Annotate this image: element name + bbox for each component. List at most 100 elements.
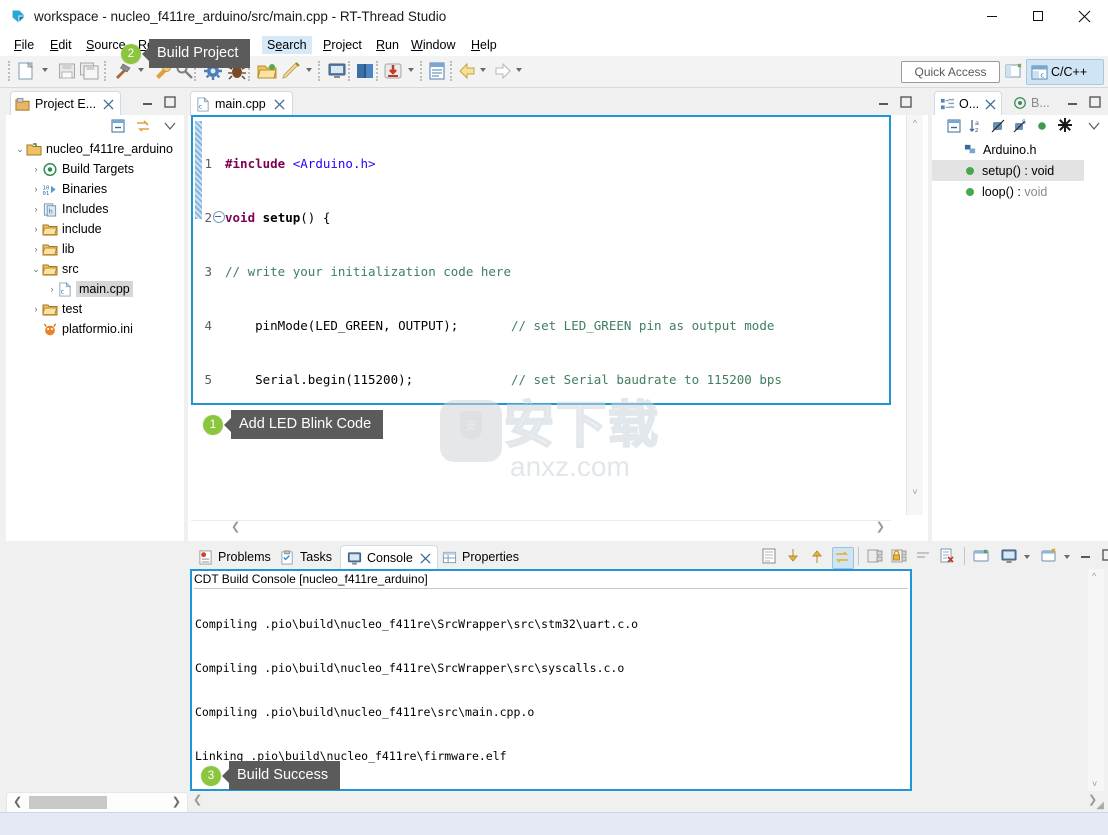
outline-minimize-button[interactable] bbox=[1065, 94, 1081, 110]
editor-vscrollbar[interactable]: ^ ˅ bbox=[906, 115, 923, 515]
new-console-icon[interactable] bbox=[1040, 547, 1060, 567]
twisty-icon[interactable]: › bbox=[30, 224, 42, 234]
outline-item-arduino-h[interactable]: Arduino.h bbox=[932, 139, 1108, 160]
wrap-icon[interactable] bbox=[914, 547, 934, 567]
editor-hscrollbar[interactable]: ❮ ❯ bbox=[191, 520, 891, 535]
tab-build-targets[interactable]: B... bbox=[1008, 91, 1055, 115]
back-arrow-icon[interactable] bbox=[456, 60, 478, 82]
menu-window[interactable]: Window bbox=[406, 36, 460, 54]
editor-minimize-button[interactable] bbox=[876, 94, 892, 113]
new-dropdown-arrow[interactable] bbox=[42, 68, 48, 72]
console-maximize-button[interactable] bbox=[1100, 547, 1108, 567]
open-console-icon[interactable] bbox=[972, 547, 992, 567]
download-dropdown-arrow[interactable] bbox=[408, 68, 414, 72]
save-console-icon[interactable] bbox=[866, 547, 886, 567]
twisty-icon[interactable]: › bbox=[30, 204, 42, 214]
editor-resize-grip[interactable]: ◢ bbox=[1096, 800, 1104, 811]
scroll-left-arrow-icon[interactable]: ❮ bbox=[13, 795, 22, 808]
editor-maximize-button[interactable] bbox=[898, 94, 914, 113]
tree-item-project[interactable]: ⌄ nucleo_f411re_arduino bbox=[6, 139, 184, 159]
hide-fields-icon[interactable] bbox=[990, 118, 1006, 134]
save-all-icon[interactable] bbox=[78, 60, 100, 82]
hide-local-icon[interactable] bbox=[1056, 116, 1072, 132]
code-editor[interactable]: 1 #include <Arduino.h> 2 void setup() { 3 /… bbox=[191, 115, 891, 405]
tab-console[interactable]: Console bbox=[340, 545, 438, 570]
tree-item-src[interactable]: ⌄ src bbox=[6, 259, 184, 279]
open-folder-icon[interactable] bbox=[256, 60, 278, 82]
clear-console-icon[interactable] bbox=[760, 547, 780, 567]
menu-edit[interactable]: Edit bbox=[45, 36, 77, 54]
pencil-dropdown-arrow[interactable] bbox=[306, 68, 312, 72]
display-console-icon[interactable] bbox=[1000, 547, 1020, 567]
scroll-down-icon[interactable] bbox=[784, 547, 804, 567]
scroll-down-arrow-icon[interactable]: ˅ bbox=[910, 487, 920, 497]
code-content[interactable]: 1 #include <Arduino.h> 2 void setup() { 3 /… bbox=[193, 119, 889, 403]
tab-tasks[interactable]: Tasks bbox=[274, 545, 338, 569]
build-dropdown-arrow[interactable] bbox=[138, 68, 144, 72]
download-icon[interactable] bbox=[382, 60, 404, 82]
close-icon[interactable] bbox=[274, 98, 285, 110]
window-minimize-button[interactable] bbox=[969, 0, 1015, 32]
console-hscrollbar[interactable]: ❮ ❯ bbox=[190, 794, 1108, 809]
menu-help[interactable]: Help bbox=[466, 36, 502, 54]
save-icon[interactable] bbox=[56, 60, 78, 82]
view-menu-icon[interactable] bbox=[1088, 120, 1104, 136]
close-icon[interactable] bbox=[420, 552, 431, 564]
list-icon[interactable] bbox=[426, 60, 448, 82]
project-explorer-minimize-button[interactable] bbox=[140, 94, 156, 110]
fold-collapse-icon[interactable] bbox=[213, 211, 225, 223]
console-output-frame[interactable]: CDT Build Console [nucleo_f411re_arduino… bbox=[190, 569, 912, 791]
window-maximize-button[interactable] bbox=[1015, 0, 1061, 32]
quick-access-input[interactable]: Quick Access bbox=[901, 61, 1000, 83]
scroll-up-arrow-icon[interactable]: ^ bbox=[910, 118, 920, 128]
view-menu-icon[interactable] bbox=[164, 120, 180, 136]
console-minimize-button[interactable] bbox=[1078, 547, 1098, 567]
back-dropdown-arrow[interactable] bbox=[480, 68, 486, 72]
scroll-left-arrow-icon[interactable]: ❮ bbox=[231, 520, 240, 533]
close-icon[interactable] bbox=[985, 98, 996, 110]
remove-console-icon[interactable] bbox=[938, 547, 958, 567]
tree-item-includes[interactable]: › h Includes bbox=[6, 199, 184, 219]
new-wizard-icon[interactable] bbox=[16, 60, 38, 82]
outline-item-loop[interactable]: loop() : void bbox=[932, 181, 1108, 202]
menu-run[interactable]: Run bbox=[371, 36, 404, 54]
close-icon[interactable] bbox=[103, 98, 114, 110]
collapse-all-icon[interactable] bbox=[110, 118, 126, 134]
scroll-right-arrow-icon[interactable]: ❯ bbox=[172, 795, 181, 808]
tab-properties[interactable]: Properties bbox=[436, 545, 525, 569]
pencil-icon[interactable] bbox=[280, 60, 302, 82]
hide-nonpublic-icon[interactable] bbox=[1034, 118, 1050, 134]
project-explorer-maximize-button[interactable] bbox=[162, 94, 178, 110]
scroll-right-arrow-icon[interactable]: ❯ bbox=[876, 520, 885, 533]
open-perspective-button[interactable] bbox=[1003, 60, 1025, 82]
forward-dropdown-arrow[interactable] bbox=[516, 68, 522, 72]
twisty-icon[interactable]: › bbox=[30, 164, 42, 174]
perspective-cpp-button[interactable]: c C/C++ bbox=[1026, 59, 1104, 85]
menu-project[interactable]: Project bbox=[318, 36, 367, 54]
menu-search[interactable]: Search bbox=[262, 36, 312, 54]
tree-item-lib[interactable]: › lib bbox=[6, 239, 184, 259]
tab-main-cpp[interactable]: c main.cpp bbox=[190, 91, 293, 116]
lock-console-icon[interactable] bbox=[890, 547, 910, 567]
tree-item-main-cpp[interactable]: › c main.cpp bbox=[6, 279, 184, 299]
tab-problems[interactable]: Problems bbox=[192, 545, 277, 569]
scroll-down-arrow-icon[interactable]: ˅ bbox=[1092, 779, 1097, 789]
tree-item-include[interactable]: › include bbox=[6, 219, 184, 239]
tree-item-build-targets[interactable]: › Build Targets bbox=[6, 159, 184, 179]
scroll-up-arrow-icon[interactable]: ^ bbox=[1092, 571, 1096, 581]
collapse-all-icon[interactable] bbox=[946, 118, 962, 134]
twisty-icon[interactable]: ⌄ bbox=[30, 264, 42, 275]
tree-item-binaries[interactable]: › 10 01 Binaries bbox=[6, 179, 184, 199]
tab-outline[interactable]: O... bbox=[934, 91, 1003, 116]
console-terminal-icon[interactable] bbox=[326, 60, 348, 82]
tab-project-explorer[interactable]: Project E... bbox=[10, 91, 122, 116]
forward-arrow-icon[interactable] bbox=[492, 60, 514, 82]
console-output[interactable]: Compiling .pio\build\nucleo_f411re\SrcWr… bbox=[195, 590, 908, 787]
new-console-dropdown-arrow[interactable] bbox=[1064, 555, 1070, 559]
scroll-up-icon[interactable] bbox=[808, 547, 828, 567]
twisty-icon[interactable]: ⌄ bbox=[14, 144, 26, 155]
sort-az-icon[interactable]: az bbox=[968, 118, 984, 134]
twisty-icon[interactable]: › bbox=[30, 184, 42, 194]
tree-item-test[interactable]: › test bbox=[6, 299, 184, 319]
twisty-icon[interactable]: › bbox=[46, 284, 58, 294]
